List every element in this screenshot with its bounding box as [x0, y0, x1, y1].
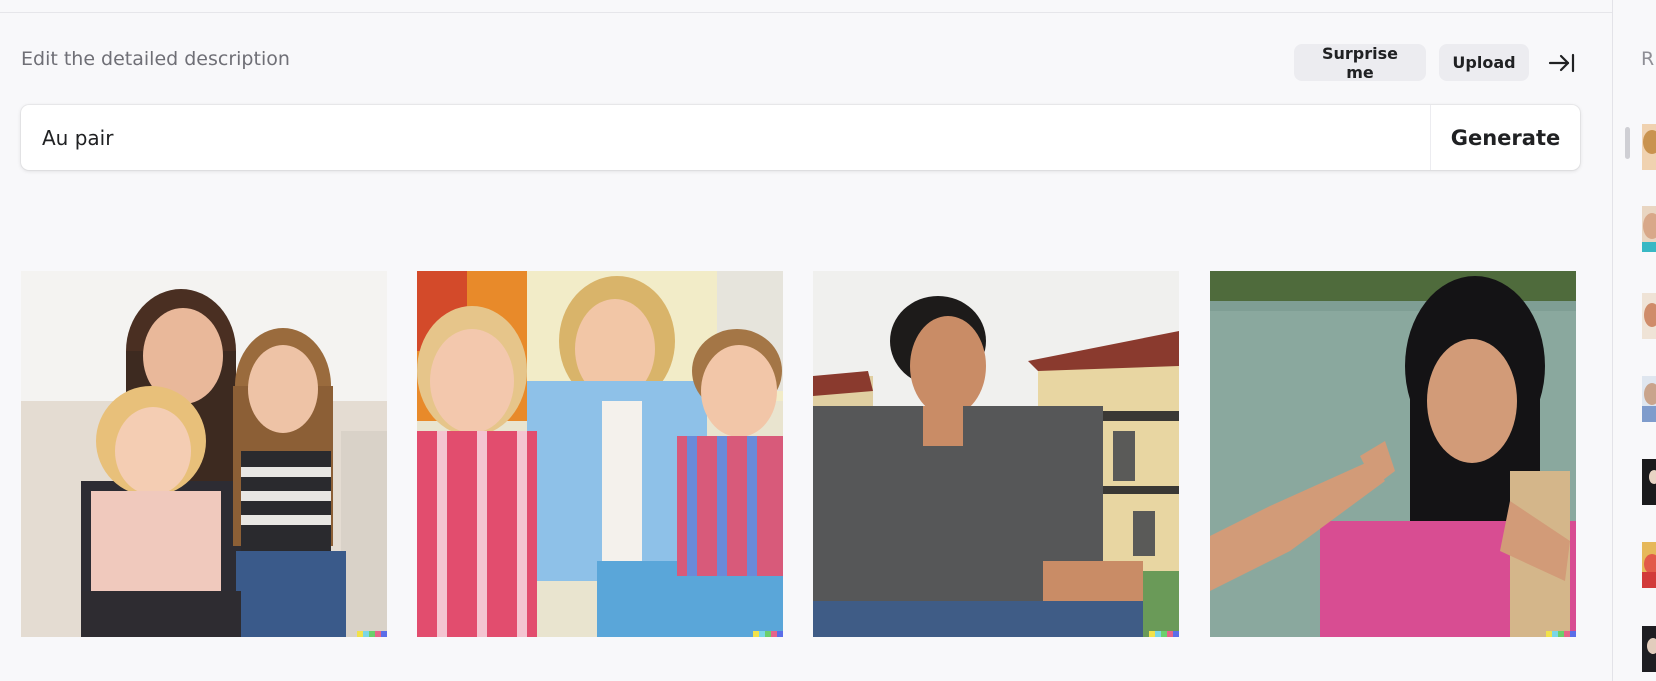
- result-image-1-picture: [21, 271, 387, 637]
- history-thumbnail[interactable]: [1642, 626, 1656, 672]
- signature-mark: [753, 631, 783, 637]
- history-thumbnail[interactable]: [1642, 124, 1656, 170]
- result-image-2[interactable]: [417, 271, 783, 637]
- history-thumbnail[interactable]: [1642, 376, 1656, 422]
- signature-mark: [1546, 631, 1576, 637]
- arrow-right-to-bar-icon: [1548, 53, 1575, 73]
- history-thumbnail[interactable]: [1642, 293, 1656, 339]
- page-title: Edit the detailed description: [21, 48, 290, 70]
- surprise-me-button[interactable]: Surprise me: [1294, 44, 1426, 82]
- result-image-1[interactable]: [21, 271, 387, 637]
- sidebar-scrollbar[interactable]: [1625, 127, 1630, 159]
- history-sidebar: R: [1612, 0, 1656, 681]
- result-image-4-picture: [1210, 271, 1576, 637]
- signature-mark: [357, 631, 387, 637]
- generate-button[interactable]: Generate: [1431, 105, 1580, 170]
- upload-button[interactable]: Upload: [1439, 44, 1529, 81]
- prompt-box: Generate: [21, 105, 1580, 170]
- result-image-4[interactable]: [1210, 271, 1576, 637]
- collapse-history-button[interactable]: [1546, 50, 1578, 76]
- history-thumbnail[interactable]: [1642, 459, 1656, 505]
- sidebar-title: R: [1641, 48, 1655, 70]
- history-thumbnail[interactable]: [1642, 542, 1656, 588]
- result-image-2-picture: [417, 271, 783, 637]
- result-image-3[interactable]: [813, 271, 1179, 637]
- signature-mark: [1149, 631, 1179, 637]
- history-thumbnail[interactable]: [1642, 206, 1656, 252]
- top-divider: [0, 12, 1612, 13]
- main-panel: Edit the detailed description Surprise m…: [0, 0, 1612, 681]
- result-image-3-picture: [813, 271, 1179, 637]
- prompt-input[interactable]: [21, 105, 1430, 170]
